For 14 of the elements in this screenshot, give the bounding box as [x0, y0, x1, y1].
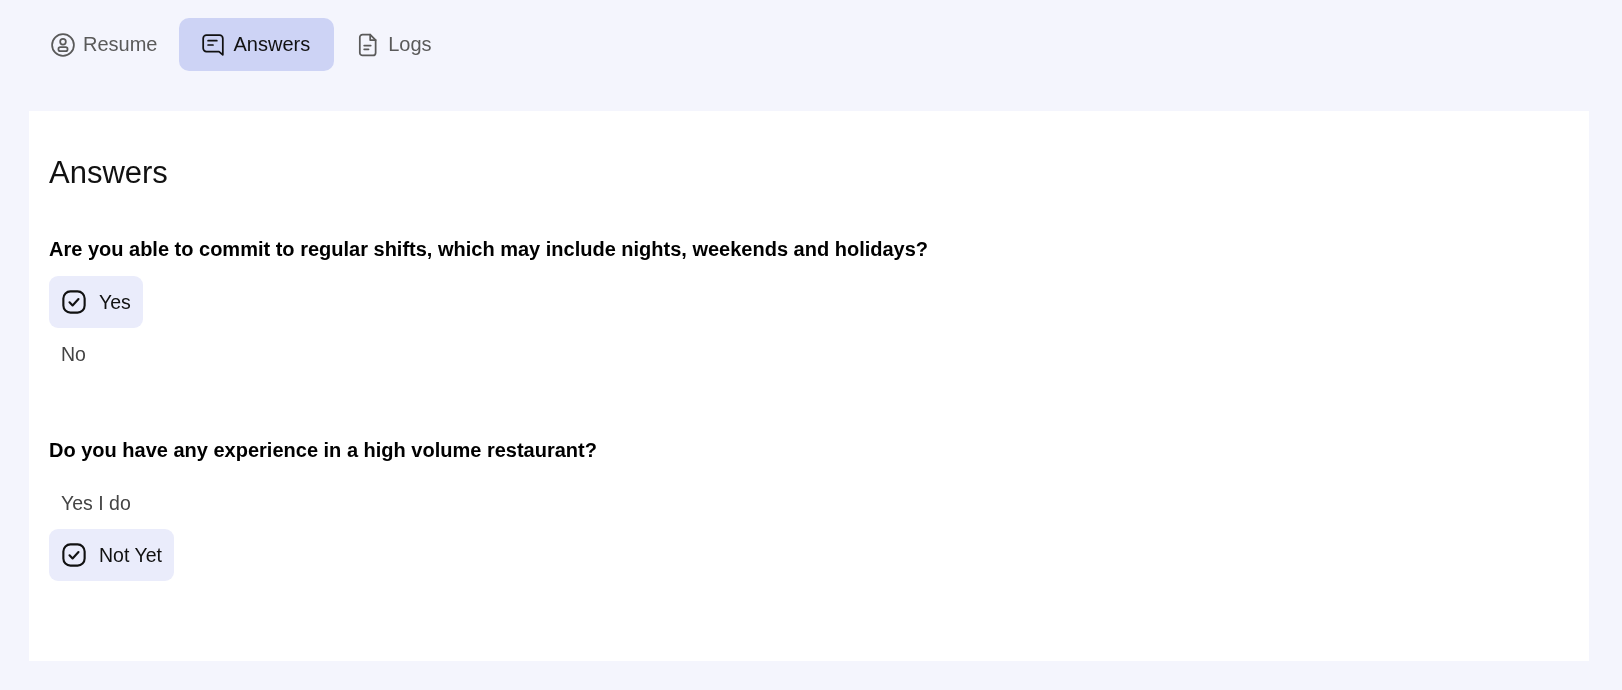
question-text: Are you able to commit to regular shifts, which may include nights, weekends and holidays?: [49, 237, 930, 261]
tab[interactable]: Resume: [29, 18, 180, 71]
answer-option[interactable]: Not Yet: [49, 529, 174, 581]
check-square-icon: [61, 289, 87, 315]
answer-option[interactable]: Yes: [49, 276, 143, 328]
question-text: Do you have any experience in a high volume restaurant?: [49, 438, 598, 462]
tab[interactable]: Answers: [179, 18, 335, 71]
answer-option[interactable]: Yes I do: [49, 477, 143, 529]
person-circle-icon: [51, 32, 75, 57]
chat-bubble-icon: [201, 32, 226, 57]
answer-option[interactable]: No: [49, 328, 98, 380]
check-square-icon: [61, 542, 87, 568]
tab[interactable]: Logs: [334, 18, 454, 71]
section-title: Answers: [49, 155, 169, 191]
